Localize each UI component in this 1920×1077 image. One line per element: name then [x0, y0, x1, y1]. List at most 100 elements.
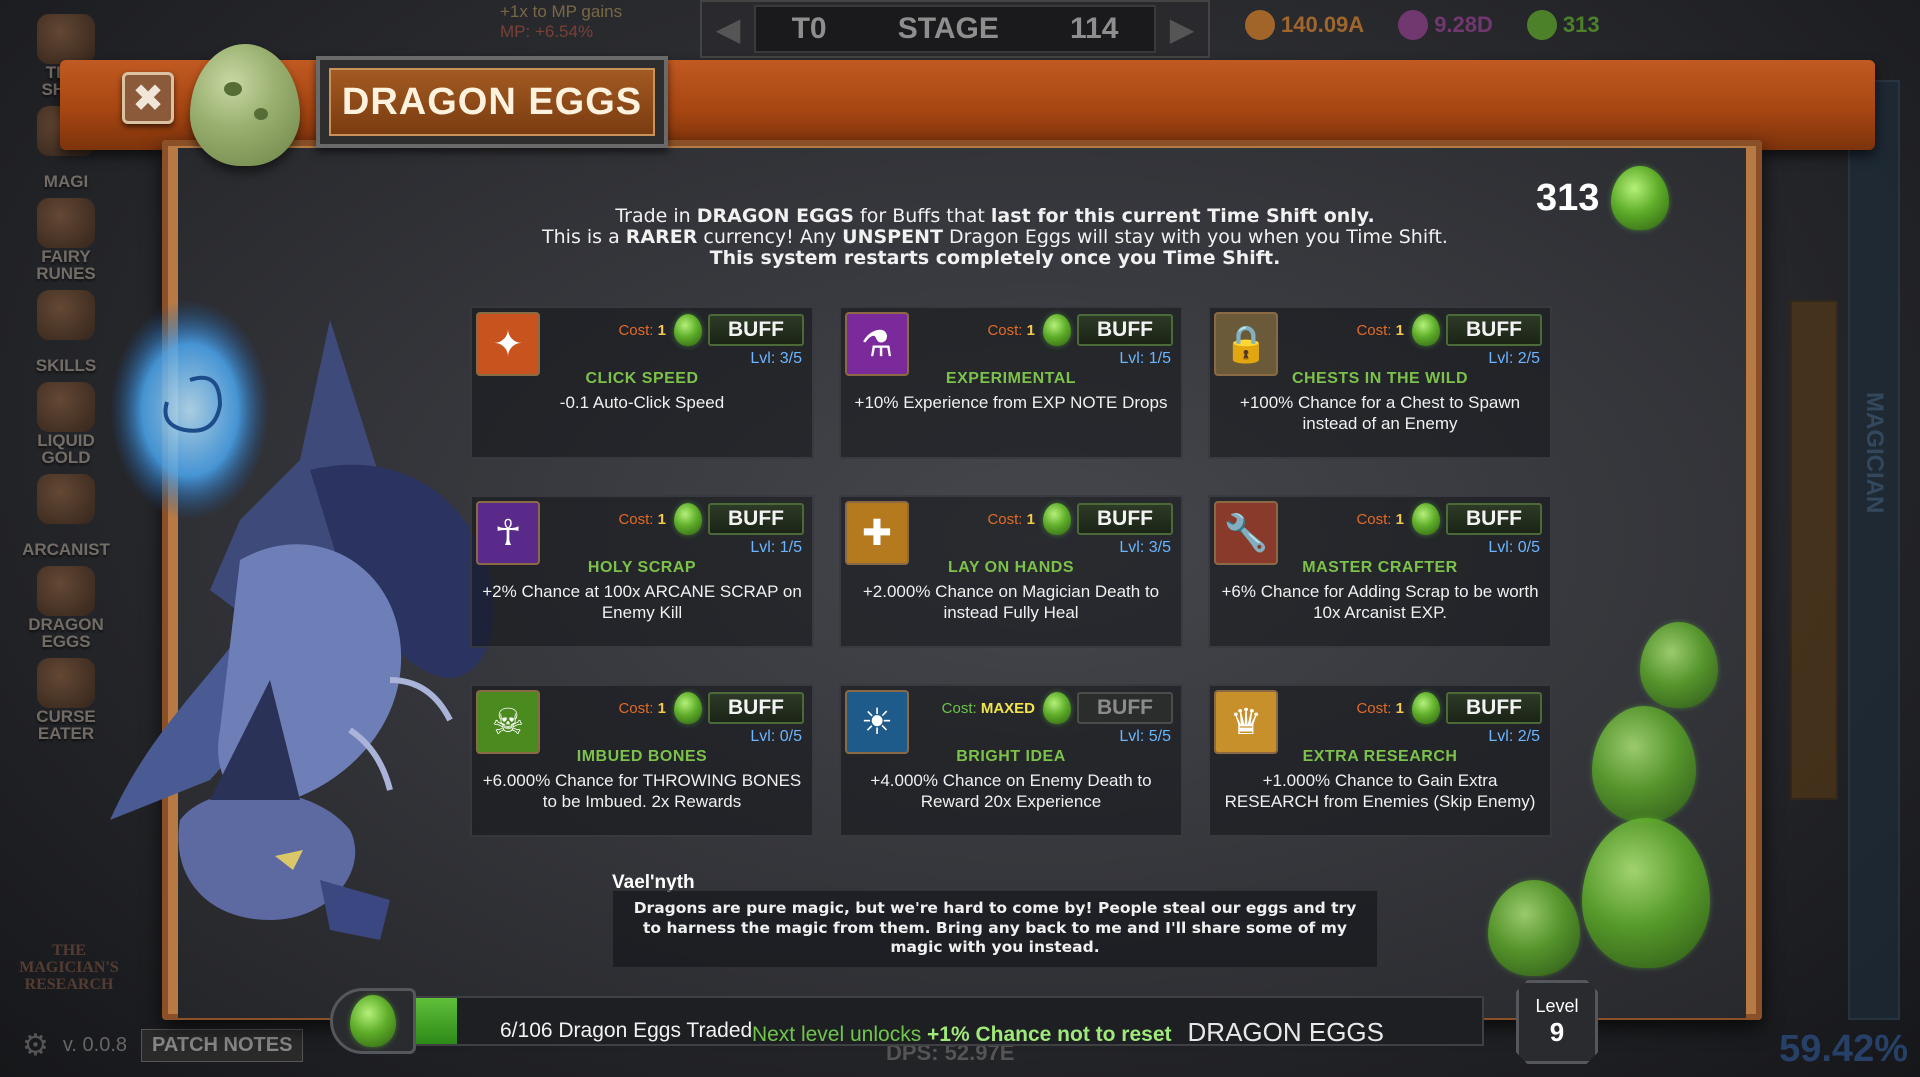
holy-scrap-icon: ☥ — [476, 501, 540, 565]
buff-cost: Cost: 1 — [1356, 322, 1404, 339]
chest-lock-icon: 🔒 — [1214, 312, 1278, 376]
buff-card-holy-scrap: ☥ Cost: 1 BUFF Lvl: 1/5 HOLY SCRAP +2% Chance… — [470, 495, 814, 648]
modal-title: DRAGON EGGS — [341, 80, 643, 123]
dragon-egg-icon — [674, 314, 702, 346]
buff-name: CHESTS IN THE WILD — [1291, 370, 1469, 387]
dragon-egg-icon — [1488, 880, 1580, 976]
dragon-egg-icon — [350, 995, 396, 1047]
buff-card-lay-on-hands: ✚ Cost: 1 BUFF Lvl: 3/5 LAY ON HANDS +2.000% … — [839, 495, 1183, 648]
gold-chest-icon — [1245, 10, 1275, 40]
patch-notes-button[interactable]: PATCH NOTES — [141, 1029, 304, 1062]
dragon-egg-icon — [1412, 503, 1440, 535]
buff-description: -0.1 Auto-Click Speed — [559, 393, 725, 412]
buff-level: Lvl: 1/5 — [1119, 350, 1171, 367]
dragon-egg-icon — [1043, 692, 1071, 724]
nav-icon — [37, 382, 95, 432]
currency-2: 313 — [1526, 10, 1600, 40]
buff-name: EXPERIMENTAL — [945, 370, 1077, 387]
buff-cost: Cost: 1 — [618, 511, 666, 528]
nav-label: CURSE EATER — [36, 707, 96, 743]
buff-button[interactable]: BUFF — [1446, 503, 1542, 535]
buff-description: +6.000% Chance for THROWING BONES to be … — [482, 771, 802, 811]
nav-icon — [37, 474, 95, 524]
rail-label: MAGICIAN — [1861, 392, 1888, 514]
buff-button[interactable]: BUFF — [708, 314, 804, 346]
currency-0: 140.09A — [1245, 10, 1364, 40]
buff-level: Lvl: 2/5 — [1488, 350, 1540, 367]
nav-icon — [37, 290, 95, 340]
buff-button: BUFF — [1077, 692, 1173, 724]
dragon-egg-icon — [1412, 692, 1440, 724]
imbued-bones-icon: ☠ — [476, 690, 540, 754]
buff-cost: Cost: 1 — [987, 511, 1035, 528]
egg-balance: 313 — [1536, 166, 1670, 230]
buff-card-experimental: ⚗ Cost: 1 BUFF Lvl: 1/5 EXPERIMENTAL +10% Exp… — [839, 306, 1183, 459]
dragon-egg-icon — [1526, 10, 1557, 40]
progress-label: DRAGON EGGS — [1187, 1017, 1384, 1047]
buff-name: EXTRA RESEARCH — [1302, 748, 1458, 765]
extra-research-icon: ♛ — [1214, 690, 1278, 754]
buff-button[interactable]: BUFF — [1077, 503, 1173, 535]
egg-trade-progress: 6/106 Dragon Eggs Traded Next level unlo… — [330, 988, 1520, 1054]
currency-value: 313 — [1562, 12, 1600, 37]
buff-button[interactable]: BUFF — [1446, 692, 1542, 724]
buff-card-bright-idea: ☀ Cost: MAXED BUFF Lvl: 5/5 BRIGHT IDEA +4.00… — [839, 684, 1183, 837]
buff-cost: Cost: 1 — [618, 322, 666, 339]
currency-1: 9.28D — [1398, 10, 1493, 40]
buff-button[interactable]: BUFF — [1077, 314, 1173, 346]
intro-text: Trade in DRAGON EGGS for Buffs that last… — [542, 205, 1448, 269]
bright-idea-icon: ☀ — [845, 690, 909, 754]
nav-icon — [37, 198, 95, 248]
close-button[interactable]: ✖ — [122, 72, 174, 124]
progress-bar: 6/106 Dragon Eggs Traded Next level unlo… — [394, 996, 1484, 1047]
buff-description: +1.000% Chance to Gain Extra RESEARCH fr… — [1224, 771, 1536, 811]
level-value: 9 — [1549, 1017, 1565, 1047]
click-speed-icon: ✦ — [476, 312, 540, 376]
close-icon: ✖ — [132, 76, 164, 120]
gear-icon[interactable]: ⚙ — [22, 1028, 49, 1063]
experience-rail: MAGICIAN — [1848, 80, 1900, 1020]
nav-icon — [37, 658, 95, 708]
stage-prev-arrow-icon[interactable]: ◀ — [702, 2, 754, 56]
buff-grid: ✦ Cost: 1 BUFF Lvl: 3/5 CLICK SPEED -0.1 Auto… — [470, 306, 1556, 837]
level-label: Level — [1535, 996, 1579, 1016]
buff-cost: Cost: 1 — [1356, 511, 1404, 528]
dragon-egg-icon — [1043, 314, 1071, 346]
buff-description: +10% Experience from EXP NOTE Drops — [854, 393, 1168, 412]
level-badge: Level 9 — [1516, 980, 1598, 1064]
stage-next-arrow-icon[interactable]: ▶ — [1156, 2, 1208, 56]
currency-value: 140.09A — [1281, 12, 1365, 37]
purple-gem-icon — [1398, 10, 1429, 40]
percent-readout: 59.42% — [1779, 1028, 1908, 1070]
progress-egg-holder — [330, 988, 416, 1054]
lay-on-hands-icon: ✚ — [845, 501, 909, 565]
buff-cost: Cost: MAXED — [941, 700, 1035, 717]
npc-dialog-text: Dragons are pure magic, but we're hard t… — [633, 899, 1357, 956]
buff-button[interactable]: BUFF — [1446, 314, 1542, 346]
nav-icon — [37, 14, 95, 64]
stage-prefix: T0 — [791, 12, 827, 45]
nav-label: MAGI — [43, 172, 89, 191]
buff-card-chests-in-the-wild: 🔒 Cost: 1 BUFF Lvl: 2/5 CHESTS IN THE WILD +1… — [1208, 306, 1552, 459]
buff-name: LAY ON HANDS — [947, 559, 1075, 576]
buff-level: Lvl: 3/5 — [1119, 539, 1171, 556]
nav-label: LIQUID GOLD — [37, 431, 95, 467]
buff-button[interactable]: BUFF — [708, 692, 804, 724]
buff-card-imbued-bones: ☠ Cost: 1 BUFF Lvl: 0/5 IMBUED BONES +6.000% … — [470, 684, 814, 837]
buff-description: +4.000% Chance on Enemy Death to Reward … — [870, 771, 1152, 811]
buff-cost: Cost: 1 — [618, 700, 666, 717]
dragon-egg-icon — [1043, 503, 1071, 535]
buff-card-master-crafter: 🔧 Cost: 1 BUFF Lvl: 0/5 MASTER CRAFTER +6% Ch… — [1208, 495, 1552, 648]
buff-level: Lvl: 3/5 — [750, 350, 802, 367]
npc-dialog: Dragons are pure magic, but we're hard t… — [612, 890, 1378, 968]
buff-button[interactable]: BUFF — [708, 503, 804, 535]
progress-text: 6/106 Dragon Eggs Traded — [500, 1019, 753, 1042]
buff-description: +100% Chance for a Chest to Spawn instea… — [1239, 393, 1521, 433]
buff-name: CLICK SPEED — [585, 370, 699, 387]
buff-description: +2.000% Chance on Magician Death to inst… — [862, 582, 1160, 622]
stage-value: 114 — [1069, 12, 1119, 45]
egg-balance-value: 313 — [1536, 176, 1600, 219]
buff-card-click-speed: ✦ Cost: 1 BUFF Lvl: 3/5 CLICK SPEED -0.1 Auto… — [470, 306, 814, 459]
dragon-egg-icon — [674, 503, 702, 535]
buff-level: Lvl: 0/5 — [1488, 539, 1540, 556]
